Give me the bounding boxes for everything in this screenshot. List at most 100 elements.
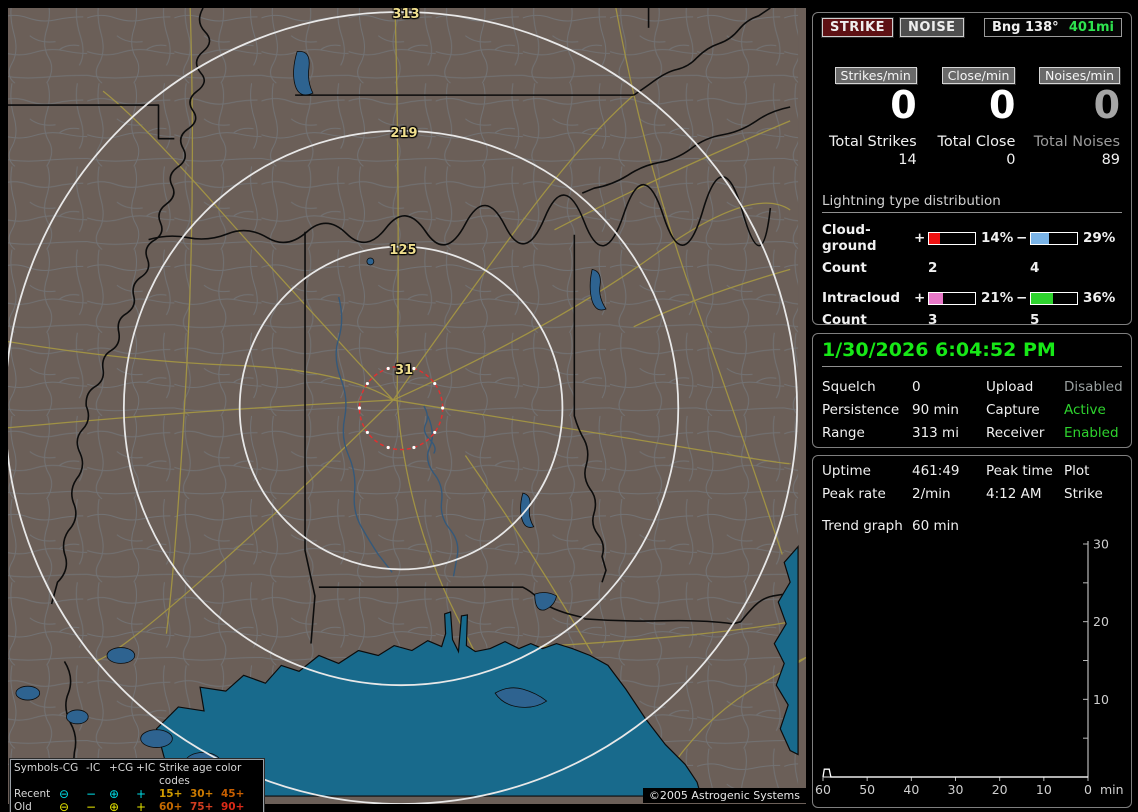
rate-counters: Strikes/min 0 Total Strikes 14 Close/min… [822,65,1122,168]
range-label: Range [822,425,865,441]
legend-symbols-header: Symbols [14,762,59,774]
datetime-display: 1/30/2026 6:04:52 PM [822,339,1056,361]
svg-text:30: 30 [1093,537,1109,552]
svg-text:10: 10 [1036,782,1052,797]
plot-label: Plot [1064,463,1090,479]
old-neg-ic-icon: − [86,800,97,812]
total-close-label: Total Close [937,134,1016,150]
cg-plus-count: 2 [928,260,938,276]
strikes-per-min-value: 0 [890,83,917,127]
ring-label-219: 219 [390,126,418,141]
app-window: 313 219 125 31 Symbols -CG -IC +CG +IC S… [0,0,1138,812]
capture-status: Active [1064,402,1106,418]
old-neg-cg-icon: ⊖ [59,800,70,812]
cloud-ground-row: Cloud-ground + 14% − 29% [822,222,1122,254]
noise-mode-button[interactable]: NOISE [900,18,964,37]
noises-counter-column: Noises/min 0 Total Noises 89 [1015,65,1121,168]
upload-label: Upload [986,379,1034,395]
ring-label-31: 31 [394,363,414,378]
minus-sign: − [1016,290,1028,306]
total-strikes-value: 14 [898,152,917,168]
range-value: 313 mi [912,425,959,441]
mode-toolbar: STRIKE NOISE Bng 138° 401mi [822,18,1122,37]
ic-minus-pct: 36% [1083,290,1116,306]
status-panel: Uptime 461:49 Peak time Plot Peak rate 2… [812,455,1132,808]
cloud-ground-count-row: Count 2 4 [822,260,1122,276]
capture-label: Capture [986,402,1040,418]
svg-text:min: min [1100,782,1124,797]
squelch-value: 0 [912,379,921,395]
distribution-title: Lightning type distribution [822,193,1122,213]
intracloud-label: Intracloud [822,290,901,306]
ic-plus-pct: 21% [981,290,1014,306]
lightning-map[interactable]: 313 219 125 31 Symbols -CG -IC +CG +IC S… [8,7,806,812]
cg-minus-count: 4 [1030,260,1040,276]
strike-mode-button[interactable]: STRIKE [822,18,894,37]
peak-rate-value: 2/min [912,486,951,502]
ring-label-125: 125 [389,243,417,258]
svg-text:60: 60 [815,782,831,797]
settings-grid: Squelch 0 Upload Disabled Persistence 90… [822,379,1123,441]
svg-text:10: 10 [1093,692,1109,707]
cg-minus-bar-fill [1031,232,1050,244]
legend-recent-label: Recent [14,788,51,800]
noises-per-min-badge[interactable]: Noises/min [1039,67,1121,84]
status-grid: Uptime 461:49 Peak time Plot Peak rate 2… [822,463,1122,502]
minus-sign: − [1016,230,1028,246]
clock-separator [822,366,1122,367]
close-counter-column: Close/min 0 Total Close 0 [917,65,1016,168]
strikes-counter-column: Strikes/min 0 Total Strikes 14 [824,65,917,168]
svg-text:20: 20 [1093,614,1109,629]
total-noises-label: Total Noises [1033,134,1121,150]
bearing-distance-display: Bng 138° 401mi [984,18,1122,37]
age-60: 60+ [159,801,183,812]
plus-sign: + [914,230,926,246]
svg-text:30: 30 [948,782,964,797]
strikes-per-min-badge[interactable]: Strikes/min [834,67,917,84]
trend-graph-row: Trend graph 60 min [822,518,1122,534]
peak-rate-label: Peak rate [822,486,886,502]
old-pos-cg-icon: ⊕ [109,800,120,812]
persistence-value: 90 min [912,402,959,418]
age-90: 90+ [221,801,245,812]
ic-plus-count: 3 [928,312,938,328]
uptime-value: 461:49 [912,463,960,479]
upload-status: Disabled [1064,379,1123,395]
age-45: 45+ [221,788,245,800]
plus-sign: + [914,290,926,306]
ic-plus-bar [928,291,976,305]
total-noises-value: 89 [1101,152,1121,168]
legend-col-neg-cg: -CG [59,762,79,774]
cg-count-label: Count [822,260,867,276]
trend-graph-label: Trend graph [822,518,903,534]
distance-value: 401mi [1068,20,1114,35]
counters-panel: STRIKE NOISE Bng 138° 401mi Strikes/min … [812,12,1132,328]
plot-mode-value: Strike [1064,486,1103,502]
ic-plus-bar-fill [929,292,944,304]
legend-age-header: Strike age color codes [159,762,242,787]
legend-col-pos-ic: +IC [136,762,156,774]
peak-time-label: Peak time [986,463,1053,479]
copyright-notice: ©2005 Astrogenic Systems [642,788,806,803]
age-15: 15+ [159,788,183,800]
cg-minus-pct: 29% [1083,230,1116,246]
ic-count-label: Count [822,312,867,328]
ring-label-313: 313 [392,7,420,22]
uptime-label: Uptime [822,463,871,479]
bearing-value: Bng 138° [992,20,1059,35]
total-strikes-label: Total Strikes [829,134,917,150]
cg-plus-pct: 14% [981,230,1014,246]
ic-minus-bar [1030,291,1078,305]
cg-minus-bar [1030,231,1078,245]
strike-trend-chart: 60 50 40 30 20 10 0 min 10 20 30 [815,537,1124,798]
old-pos-ic-icon: + [136,800,147,812]
total-close-value: 0 [1006,152,1016,168]
squelch-label: Squelch [822,379,876,395]
cg-plus-bar-fill [929,232,940,244]
receiver-status: Enabled [1064,425,1119,441]
age-75: 75+ [190,801,214,812]
ic-minus-count: 5 [1030,312,1040,328]
ic-minus-bar-fill [1031,292,1054,304]
close-per-min-badge[interactable]: Close/min [941,67,1016,84]
persistence-label: Persistence [822,402,900,418]
